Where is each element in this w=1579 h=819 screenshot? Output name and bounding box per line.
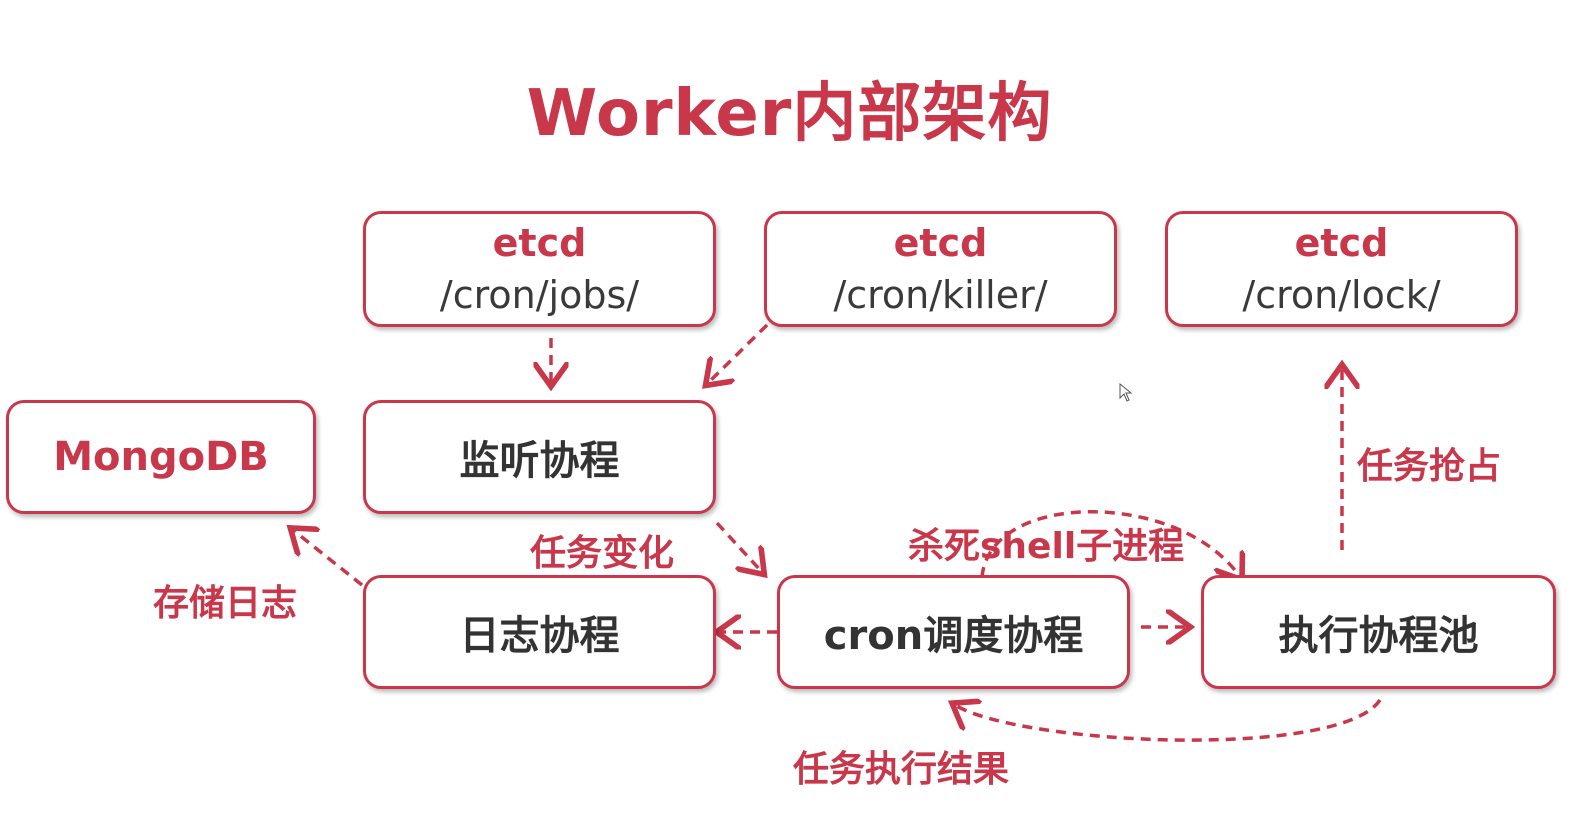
arrow-killer-to-watcher [708,323,769,383]
mouse-cursor-icon [1119,383,1133,402]
etcd-lock-path: /cron/lock/ [1242,273,1441,317]
etcd-killer-path: /cron/killer/ [833,273,1048,317]
grab-task-label: 任务抢占 [1357,446,1502,487]
etcd-killer-box: etcd /cron/killer/ [764,211,1117,327]
arrow-task-result [955,700,1382,742]
logger-label: 日志协程 [459,613,620,659]
mongodb-label: MongoDB [53,434,269,480]
executor-box: 执行协程池 [1201,575,1556,689]
arrow-logger-to-mongodb [293,530,364,587]
task-result-label: 任务执行结果 [793,749,1010,790]
etcd-lock-box: etcd /cron/lock/ [1165,211,1518,327]
scheduler-box: cron调度协程 [777,575,1130,689]
arrow-watcher-to-scheduler [715,521,762,572]
mongodb-box: MongoDB [6,400,316,514]
scheduler-label: cron调度协程 [823,613,1084,659]
watcher-box: 监听协程 [363,400,716,514]
logger-box: 日志协程 [363,575,716,689]
executor-label: 执行协程池 [1278,613,1479,659]
store-log-label: 存储日志 [153,583,298,624]
watcher-label: 监听协程 [459,438,620,484]
job-change-label: 任务变化 [530,533,675,574]
etcd-jobs-path: /cron/jobs/ [439,273,640,317]
etcd-jobs-label: etcd [492,221,587,265]
kill-shell-label: 杀死shell子进程 [908,526,1185,567]
etcd-lock-label: etcd [1294,221,1389,265]
etcd-jobs-box: etcd /cron/jobs/ [363,211,716,327]
etcd-killer-label: etcd [893,221,988,265]
